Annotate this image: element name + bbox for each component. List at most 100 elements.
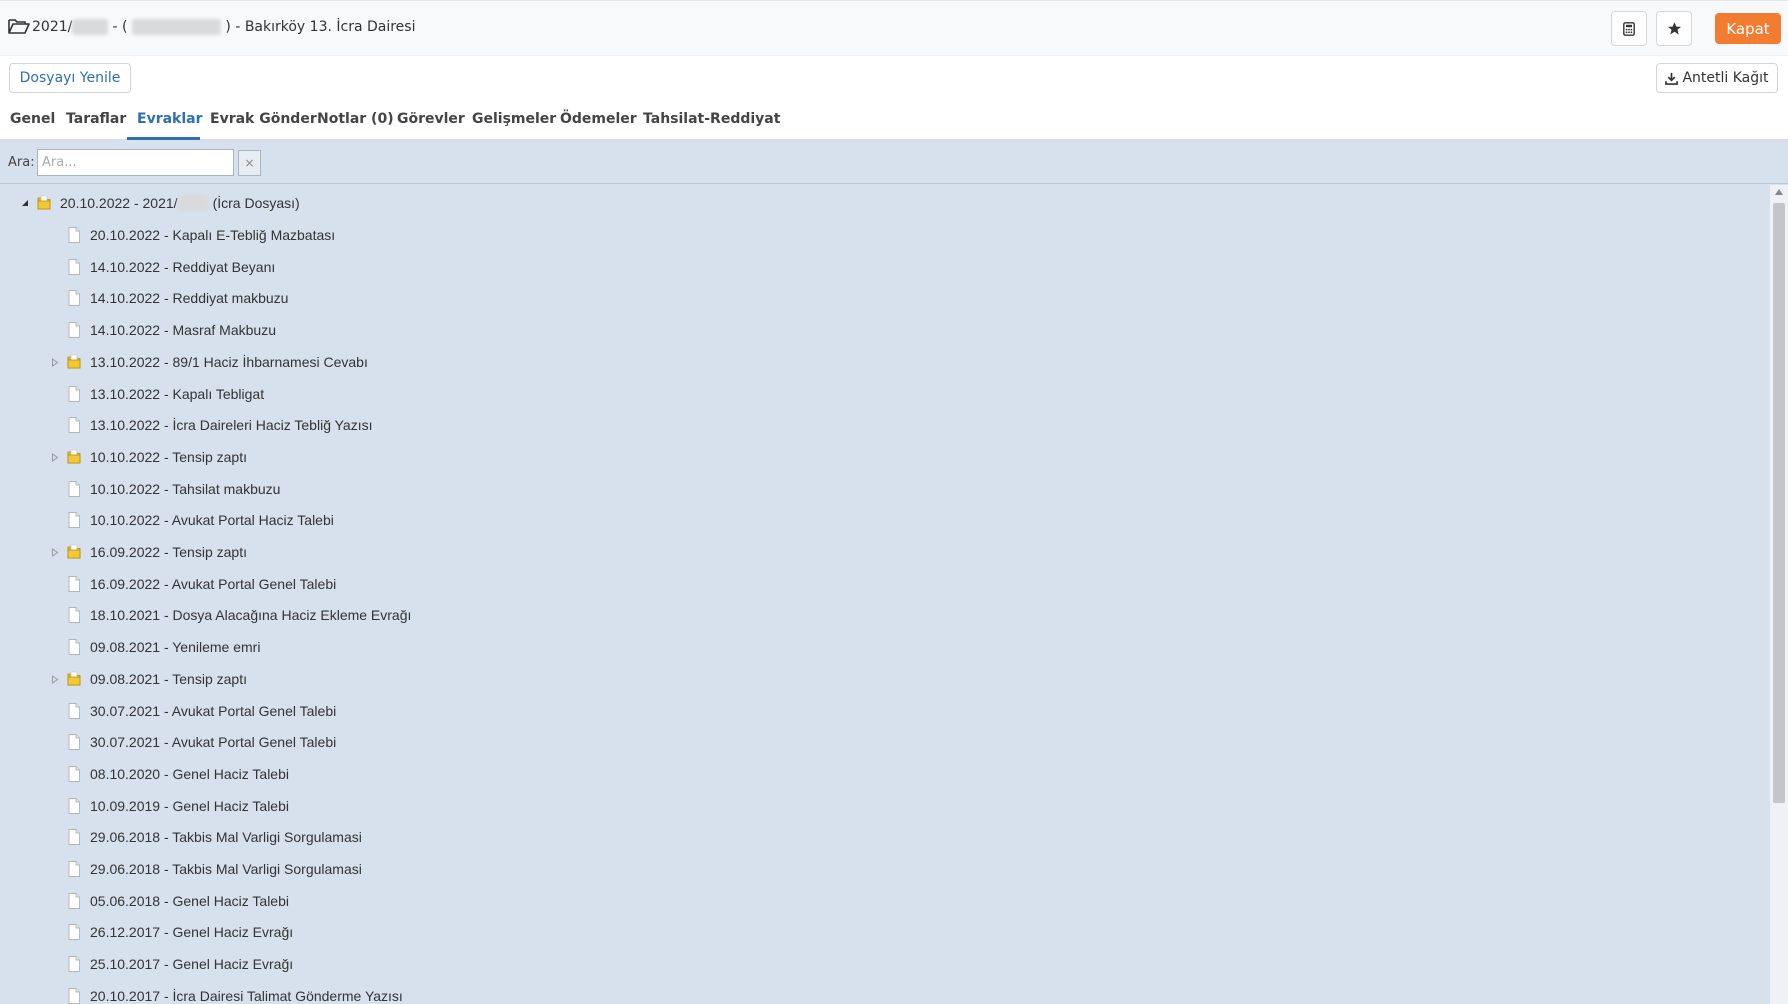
tree-node-label: 10.10.2022 - Avukat Portal Haciz Talebi [90,512,334,528]
folder-icon [37,195,51,210]
file-icon [68,766,80,782]
folder-icon [67,449,81,464]
file-icon [68,861,80,877]
tab-evrak-gonder[interactable]: Evrak Gönder [210,111,317,127]
file-icon [68,956,80,972]
folder-open-icon [8,19,30,34]
redacted-file-number: 9779 [177,195,209,211]
toolbar: Dosyayı Yenile Antetli Kağıt [0,56,1788,103]
documents-panel: Ara: × 20.10.2022 - 2021/9779 (İcra Dosy… [0,140,1788,1004]
tree-file-node[interactable]: 14.10.2022 - Reddiyat makbuzu [50,286,288,310]
tree-file-node[interactable]: 14.10.2022 - Masraf Makbuzu [50,318,276,342]
tree-file-node[interactable]: 05.06.2018 - Genel Haciz Talebi [50,889,289,913]
file-icon [68,417,80,433]
tree-node-label: 29.06.2018 - Takbis Mal Varligi Sorgulam… [90,861,362,877]
letterhead-button[interactable]: Antetli Kağıt [1656,63,1778,93]
tree-file-node[interactable]: 13.10.2022 - Kapalı Tebligat [50,382,264,406]
calculator-button[interactable] [1611,11,1647,46]
tab-taraflar[interactable]: Taraflar [66,111,126,127]
tree-root-node[interactable]: 20.10.2022 - 2021/9779 (İcra Dosyası) [20,191,300,215]
file-icon [68,924,80,940]
scroll-up-icon[interactable] [1775,189,1783,195]
tab-notlar[interactable]: Notlar (0) [317,111,394,127]
file-header: 2021/9779 - ( 5591782688 ) - Bakırköy 13… [0,0,1788,56]
tab-odemeler[interactable]: Ödemeler [560,111,637,127]
file-icon [68,576,80,592]
search-input[interactable] [37,149,234,176]
tree-file-node[interactable]: 09.08.2021 - Yenileme emri [50,635,260,659]
tree-folder-node[interactable]: 10.10.2022 - Tensip zaptı [50,445,247,469]
file-icon [68,893,80,909]
tab-gelismeler[interactable]: Gelişmeler [472,111,556,127]
tree-folder-node[interactable]: 13.10.2022 - 89/1 Haciz İhbarnamesi Ceva… [50,350,368,374]
tree-file-node[interactable]: 26.12.2017 - Genel Haciz Evrağı [50,920,293,944]
tree-file-node[interactable]: 29.06.2018 - Takbis Mal Varligi Sorgulam… [50,825,362,849]
refresh-file-button[interactable]: Dosyayı Yenile [9,63,131,93]
expand-toggle-icon[interactable] [50,547,60,557]
tree-root-label: 20.10.2022 - 2021/9779 (İcra Dosyası) [60,195,300,211]
tree-node-label: 30.07.2021 - Avukat Portal Genel Talebi [90,734,337,750]
tree-node-label: 14.10.2022 - Masraf Makbuzu [90,322,276,338]
expand-toggle-icon[interactable] [50,357,60,367]
tree-folder-node[interactable]: 09.08.2021 - Tensip zaptı [50,667,247,691]
download-icon [1665,72,1679,85]
expand-toggle-icon[interactable] [50,674,60,684]
star-icon [1667,22,1681,35]
tab-evraklar[interactable]: Evraklar [137,111,203,127]
tab-genel[interactable]: Genel [10,111,55,127]
tree-file-node[interactable]: 25.10.2017 - Genel Haciz Evrağı [50,952,293,976]
tree-node-label: 20.10.2022 - Kapalı E-Tebliğ Mazbatası [90,227,336,243]
expand-toggle-icon[interactable] [50,452,60,462]
tree-node-label: 10.10.2022 - Tahsilat makbuzu [90,481,281,497]
file-title: 2021/9779 - ( 5591782688 ) - Bakırköy 13… [32,19,416,35]
search-clear-button[interactable]: × [238,150,261,176]
tree-node-label: 14.10.2022 - Reddiyat Beyanı [90,259,276,275]
close-button[interactable]: Kapat [1715,13,1781,44]
tree-node-label: 13.10.2022 - İcra Daireleri Haciz Tebliğ… [90,417,373,433]
tree-file-node[interactable]: 08.10.2020 - Genel Haciz Talebi [50,762,289,786]
collapse-toggle-icon[interactable] [20,198,30,208]
file-icon [68,386,80,402]
tab-tahsilat-reddiyat[interactable]: Tahsilat-Reddiyat [643,111,780,127]
file-icon [68,829,80,845]
tree-node-label: 13.10.2022 - 89/1 Haciz İhbarnamesi Ceva… [90,354,368,370]
favorite-button[interactable] [1656,11,1692,46]
scrollbar-thumb[interactable] [1773,203,1785,803]
tree-folder-node[interactable]: 16.09.2022 - Tensip zaptı [50,540,247,564]
tree-file-node[interactable]: 14.10.2022 - Reddiyat Beyanı [50,255,275,279]
tree-file-node[interactable]: 30.07.2021 - Avukat Portal Genel Talebi [50,699,336,723]
tab-gorevler[interactable]: Görevler [397,111,465,127]
tree-file-node[interactable]: 20.10.2017 - İcra Dairesi Talimat Gönder… [50,984,403,1004]
tree-file-node[interactable]: 30.07.2021 - Avukat Portal Genel Talebi [50,730,336,754]
tree-node-label: 18.10.2021 - Dosya Alacağına Haciz Eklem… [90,607,412,623]
tree-file-node[interactable]: 16.09.2022 - Avukat Portal Genel Talebi [50,572,336,596]
tree-file-node[interactable]: 13.10.2022 - İcra Daireleri Haciz Tebliğ… [50,413,372,437]
tree-node-label: 16.09.2022 - Avukat Portal Genel Talebi [90,576,337,592]
tree-scrollbar[interactable] [1770,185,1788,1004]
folder-icon [67,671,81,686]
redacted-id: 5591782688 [131,19,221,35]
file-icon [68,988,80,1004]
tree-file-node[interactable]: 10.09.2019 - Genel Haciz Talebi [50,794,289,818]
file-icon [68,639,80,655]
tree-file-node[interactable]: 29.06.2018 - Takbis Mal Varligi Sorgulam… [50,857,362,881]
tree-file-node[interactable]: 18.10.2021 - Dosya Alacağına Haciz Eklem… [50,603,411,627]
tree-file-node[interactable]: 20.10.2022 - Kapalı E-Tebliğ Mazbatası [50,223,335,247]
file-icon [68,290,80,306]
tree-node-label: 09.08.2021 - Yenileme emri [90,639,261,655]
tree-node-label: 05.06.2018 - Genel Haciz Talebi [90,893,289,909]
tree-file-node[interactable]: 10.10.2022 - Tahsilat makbuzu [50,477,280,501]
tree-node-label: 14.10.2022 - Reddiyat makbuzu [90,290,289,306]
redacted-file-number: 9779 [72,19,108,35]
tree-file-node[interactable]: 10.10.2022 - Avukat Portal Haciz Talebi [50,508,334,532]
